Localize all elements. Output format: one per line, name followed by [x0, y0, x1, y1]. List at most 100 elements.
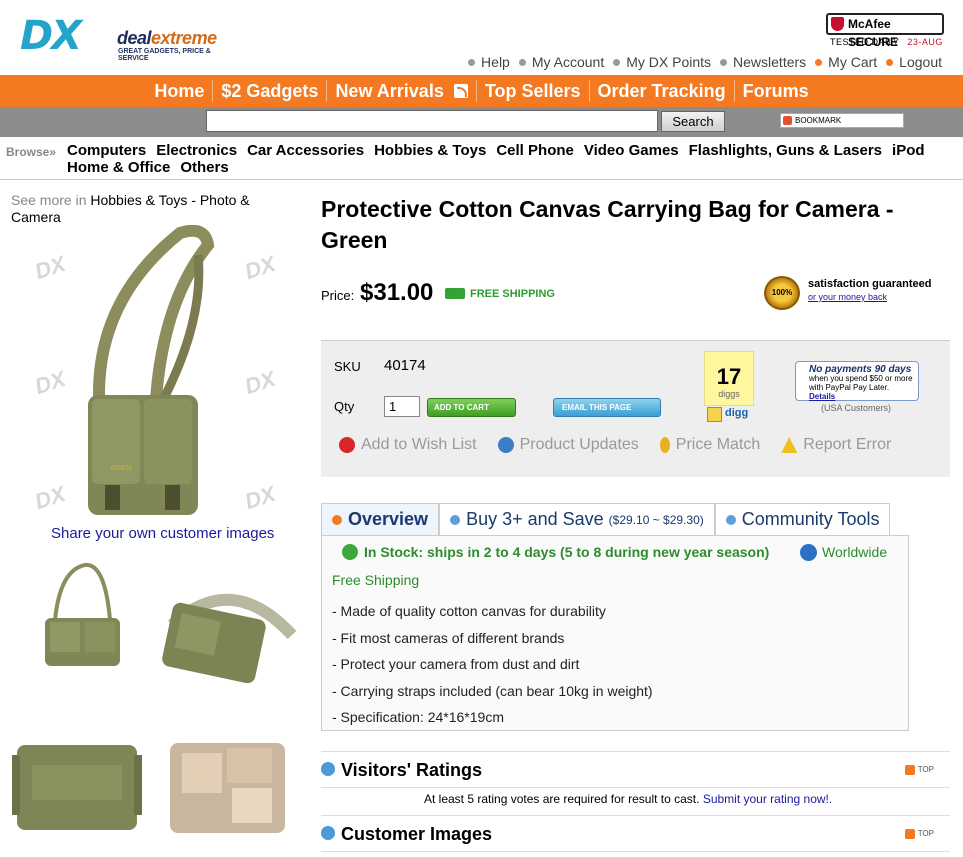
email-this-page-button[interactable]: EMAIL THIS PAGE — [553, 398, 661, 417]
price-label: Price: — [321, 288, 355, 303]
bullet-icon — [815, 58, 823, 66]
list-item: - Made of quality cotton canvas for dura… — [332, 603, 606, 619]
my-cart-link[interactable]: My Cart — [815, 54, 877, 70]
customer-images-section: Customer Images TOP — [321, 815, 950, 852]
tab-community-tools-label[interactable]: Community Tools — [742, 509, 880, 530]
price-match[interactable]: Price Match — [659, 436, 760, 454]
list-item: - Protect your camera from dust and dirt — [332, 656, 580, 673]
back-to-top-link[interactable]: TOP — [904, 765, 934, 775]
list-item: - Fit most cameras of different brands — [332, 629, 565, 646]
back-to-top-link[interactable]: TOP — [904, 829, 934, 839]
add-to-cart-button[interactable]: ADD TO CART — [427, 398, 516, 417]
newsletters-label[interactable]: Newsletters — [733, 54, 806, 70]
dollar-icon — [659, 437, 670, 453]
nav-2-gadgets[interactable]: $2 Gadgets — [212, 80, 326, 102]
thumbnail-4[interactable] — [162, 728, 302, 838]
bullet-icon — [886, 58, 894, 66]
category-car-accessories[interactable]: Car Accessories — [247, 142, 364, 159]
add-to-wish-list-label[interactable]: Add to Wish List — [361, 436, 477, 454]
product-price: $31.00 — [360, 279, 434, 306]
rating-note-text: At least 5 rating votes are required for… — [424, 792, 700, 806]
nav-new-arrivals-label[interactable]: New Arrivals — [335, 81, 443, 102]
logo-wordmark: dealextreme — [117, 28, 217, 49]
bookmark-button[interactable]: BOOKMARK — [780, 113, 904, 128]
warning-icon — [781, 437, 798, 453]
search-button[interactable]: Search — [661, 111, 725, 132]
share-customer-images-link[interactable]: Share your own customer images — [51, 525, 274, 542]
product-updates-label[interactable]: Product Updates — [520, 436, 639, 454]
help-link-label[interactable]: Help — [481, 54, 510, 70]
add-to-wish-list[interactable]: Add to Wish List — [339, 436, 477, 454]
heart-icon — [339, 437, 355, 453]
logo-extreme: extreme — [151, 28, 217, 48]
visitors-ratings-title: Visitors' Ratings — [321, 760, 482, 781]
nav-order-tracking[interactable]: Order Tracking — [588, 80, 734, 102]
my-account-link[interactable]: My Account — [518, 54, 604, 70]
chevron-down-icon — [450, 514, 461, 525]
search-input[interactable] — [206, 110, 658, 132]
info-icon — [497, 437, 514, 453]
dealextreme-logo[interactable]: DX dealextreme GREAT GADGETS, PRICE & SE… — [20, 13, 240, 62]
help-link[interactable]: Help — [468, 54, 510, 70]
price-match-label[interactable]: Price Match — [676, 436, 760, 454]
logout-label[interactable]: Logout — [899, 54, 942, 70]
money-back-link[interactable]: or your money back — [808, 292, 887, 302]
nav-top-sellers[interactable]: Top Sellers — [475, 80, 589, 102]
my-cart-label[interactable]: My Cart — [828, 54, 877, 70]
logo-tagline: GREAT GADGETS, PRICE & SERVICE — [118, 48, 211, 62]
main-product-image[interactable]: DX DX DX DX DX DX AISEN — [30, 224, 310, 525]
thumbnail-image — [12, 745, 142, 830]
sku-value: 40174 — [384, 357, 426, 374]
free-shipping-badge: FREE SHIPPING — [445, 288, 555, 300]
logo-dx: DX — [20, 13, 82, 59]
tab-community-tools[interactable]: Community Tools — [714, 503, 891, 535]
nav-new-arrivals[interactable]: New Arrivals — [326, 80, 475, 102]
thumbnail-2[interactable] — [162, 575, 302, 685]
submit-rating-link[interactable]: Submit your rating now!. — [703, 792, 832, 806]
product-tabs: Overview Buy 3+ and Save ($29.10 ~ $29.30… — [321, 503, 891, 535]
my-account-label[interactable]: My Account — [532, 54, 604, 70]
tab-buy-3-save[interactable]: Buy 3+ and Save ($29.10 ~ $29.30) — [439, 503, 715, 535]
quantity-input[interactable]: 1 — [384, 396, 420, 417]
category-video-games[interactable]: Video Games — [584, 142, 679, 159]
worldwide-shipping[interactable]: Worldwide — [800, 544, 887, 561]
logo-deal: deal — [117, 28, 152, 48]
product-updates[interactable]: Product Updates — [497, 436, 639, 454]
qty-label: Qty — [334, 399, 355, 414]
nav-forums[interactable]: Forums — [733, 80, 817, 102]
digg-button[interactable]: digg — [707, 407, 748, 422]
newsletters-link[interactable]: Newsletters — [720, 54, 806, 70]
bullet-icon — [518, 58, 526, 66]
product-actions: Add to Wish List Product Updates Price M… — [339, 436, 912, 454]
category-hobbies-toys[interactable]: Hobbies & Toys — [374, 142, 486, 159]
mcafee-tested: TESTED DAILY 23-AUG — [830, 37, 943, 47]
paypal-promo[interactable]: No payments 90 days when you spend $50 o… — [795, 361, 919, 401]
report-error[interactable]: Report Error — [781, 436, 891, 454]
free-shipping-label: FREE SHIPPING — [470, 288, 555, 300]
search-bar: Search BOOKMARK — [0, 107, 963, 137]
category-cell-phone[interactable]: Cell Phone — [496, 142, 574, 159]
category-flashlights[interactable]: Flashlights, Guns & Lasers — [689, 142, 882, 159]
tab-buy-3-save-label[interactable]: Buy 3+ and Save — [466, 509, 604, 530]
rss-icon[interactable] — [453, 84, 468, 98]
category-others[interactable]: Others — [180, 159, 228, 176]
category-electronics[interactable]: Electronics — [156, 142, 237, 159]
mcafee-secure-badge[interactable]: McAfee SECURE — [826, 13, 944, 49]
chevron-down-icon — [725, 514, 736, 525]
logout-link[interactable]: Logout — [886, 54, 942, 70]
top-links: Help My Account My DX Points Newsletters… — [459, 54, 942, 70]
tab-overview[interactable]: Overview — [321, 503, 440, 535]
my-dx-points-link[interactable]: My DX Points — [613, 54, 711, 70]
category-ipod[interactable]: iPod — [892, 142, 925, 159]
paypal-details-link[interactable]: Details — [809, 392, 835, 401]
report-error-label[interactable]: Report Error — [803, 436, 891, 454]
nav-home[interactable]: Home — [146, 80, 212, 102]
my-dx-points-label[interactable]: My DX Points — [626, 54, 711, 70]
category-home-office[interactable]: Home & Office — [67, 159, 170, 176]
see-more: See more in Hobbies & Toys - Photo & Cam… — [11, 192, 301, 226]
thumbnail-3[interactable] — [12, 735, 152, 845]
tab-overview-label[interactable]: Overview — [348, 509, 428, 530]
thumbnail-1[interactable] — [30, 560, 170, 670]
category-computers[interactable]: Computers — [67, 142, 146, 159]
digg-count: 17 — [716, 364, 742, 389]
